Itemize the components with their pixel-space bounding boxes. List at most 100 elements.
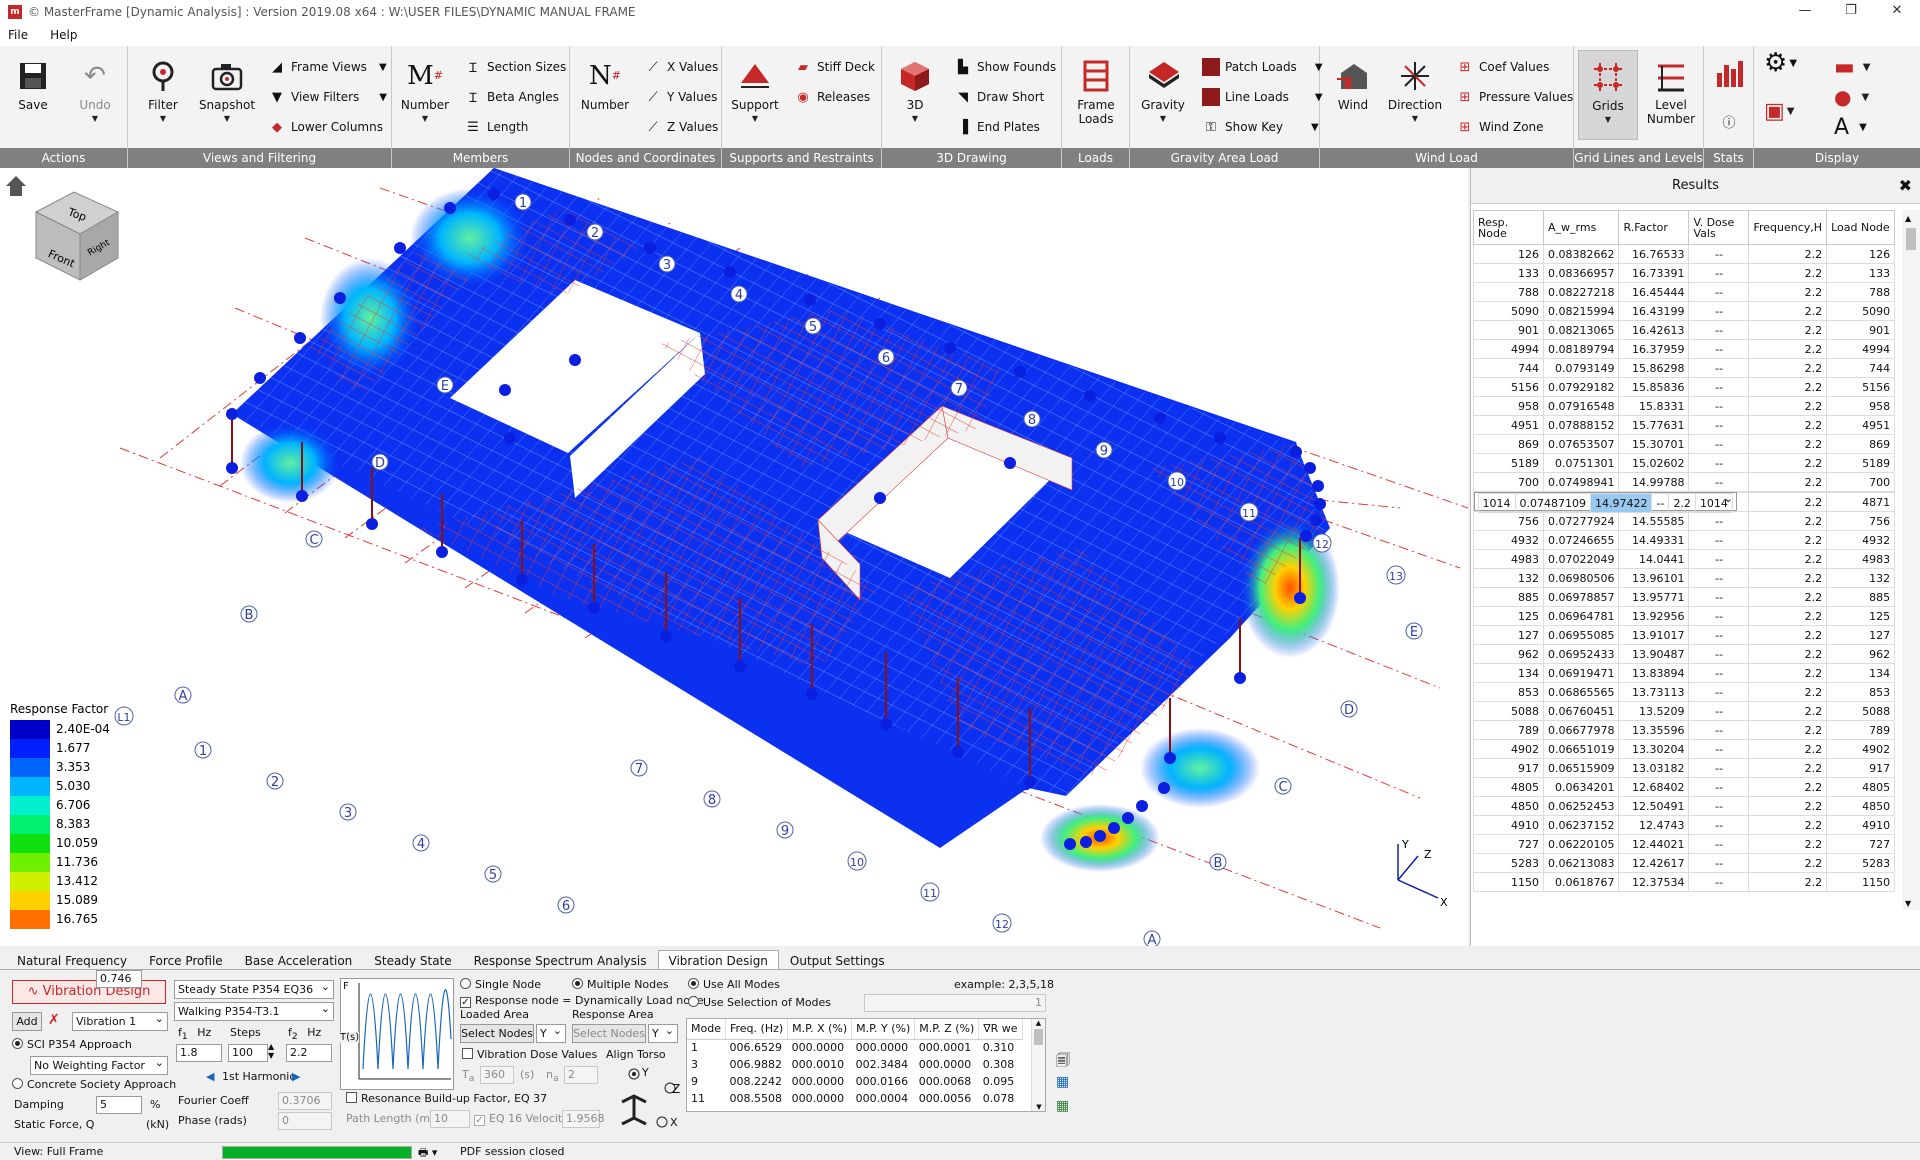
table-cell[interactable]: -- xyxy=(1688,815,1750,835)
table-cell[interactable]: 2.2 xyxy=(1748,796,1828,816)
table-cell[interactable]: 14.55585 xyxy=(1618,511,1690,531)
col-frequency[interactable]: Frequency,H xyxy=(1748,210,1828,245)
table-cell[interactable]: 12.44021 xyxy=(1618,834,1690,854)
table-cell[interactable]: 13.95771 xyxy=(1618,587,1690,607)
table-cell[interactable]: 4805 xyxy=(1473,777,1544,797)
x-values-button[interactable]: ⟋ X Values xyxy=(644,56,718,78)
table-row[interactable]: 4850 0.06252453 12.50491 -- 2.2 4850 xyxy=(1473,796,1896,816)
table-cell[interactable]: 2.2 xyxy=(1748,377,1828,397)
view-cube[interactable]: Top Front Right xyxy=(34,191,120,281)
menu-file[interactable]: File xyxy=(8,28,28,42)
table-cell[interactable]: 0.07277924 xyxy=(1542,511,1620,531)
table-cell[interactable]: 2.2 xyxy=(1748,301,1828,321)
member-number-button[interactable]: M # Number ▼ xyxy=(396,60,454,123)
color-button[interactable]: ● ▼ xyxy=(1834,85,1869,109)
table-cell[interactable]: -- xyxy=(1688,320,1750,340)
table-cell[interactable]: 15.86298 xyxy=(1618,358,1690,378)
table-cell[interactable]: 4994 xyxy=(1826,339,1896,359)
table-cell[interactable]: 2.2 xyxy=(1748,815,1828,835)
table-cell[interactable]: -- xyxy=(1688,472,1750,492)
level-number-button[interactable]: Level Number xyxy=(1642,60,1700,126)
table-cell[interactable]: -- xyxy=(1688,434,1750,454)
table-cell[interactable]: 126 xyxy=(1473,244,1544,264)
col-load-node[interactable]: Load Node xyxy=(1826,210,1896,245)
table-cell[interactable]: 12.37534 xyxy=(1618,872,1690,892)
stiff-deck-button[interactable]: ▰ Stiff Deck xyxy=(794,56,875,78)
table-cell[interactable]: 0.06677978 xyxy=(1542,720,1620,740)
scroll-down-icon[interactable]: ▼ xyxy=(1905,899,1911,908)
modes-col-header[interactable]: Mode xyxy=(687,1019,726,1040)
table-row[interactable]: 700 0.07498941 14.99788 -- 2.2 700 xyxy=(1473,472,1896,492)
table-cell[interactable]: 2.2 xyxy=(1748,434,1828,454)
modes-scroll-up-icon[interactable]: ▲ xyxy=(1032,1019,1045,1027)
table-row[interactable]: 133 0.08366957 16.73391 -- 2.2 133 xyxy=(1473,263,1896,283)
modes-col-header[interactable]: ∇R we xyxy=(978,1019,1023,1040)
y-values-button[interactable]: ⟋ Y Values xyxy=(644,86,717,108)
table-cell[interactable]: 13.83894 xyxy=(1618,663,1690,683)
table-cell[interactable]: -- xyxy=(1688,758,1750,778)
table-cell[interactable]: 0.06919471 xyxy=(1542,663,1620,683)
harmonic-prev[interactable]: ◀ xyxy=(206,1070,214,1083)
table-cell[interactable]: 4983 xyxy=(1826,549,1896,569)
table-cell[interactable]: 15.8331 xyxy=(1618,396,1690,416)
table-cell[interactable]: -- xyxy=(1688,834,1750,854)
table-row[interactable]: 5088 0.06760451 13.5209 -- 2.2 5088 xyxy=(1473,701,1896,721)
tab-natural-frequency[interactable]: Natural Frequency xyxy=(6,950,138,969)
table-cell[interactable]: 2.2 xyxy=(1748,701,1828,721)
wind-zone-button[interactable]: ⊞ Wind Zone xyxy=(1456,116,1544,138)
lower-columns-button[interactable]: ◆ Lower Columns xyxy=(268,116,383,138)
modes-scroll-thumb[interactable] xyxy=(1034,1029,1043,1045)
show-founds-button[interactable]: ▙ Show Founds xyxy=(954,56,1056,78)
table-cell[interactable]: -- xyxy=(1688,339,1750,359)
table-cell[interactable]: 4932 xyxy=(1473,530,1544,550)
table-cell[interactable]: 869 xyxy=(1826,434,1896,454)
table-row[interactable]: 127 0.06955085 13.91017 -- 2.2 127 xyxy=(1473,625,1896,645)
steps-input[interactable]: 100 xyxy=(228,1044,268,1062)
table-cell[interactable]: 2.2 xyxy=(1748,339,1828,359)
table-cell[interactable]: 4951 xyxy=(1826,415,1896,435)
table-cell[interactable]: 4983 xyxy=(1473,549,1544,569)
table-cell[interactable]: 2.2 xyxy=(1748,568,1828,588)
table-cell[interactable]: -- xyxy=(1688,644,1750,664)
node-number-button[interactable]: N # Number xyxy=(576,60,634,112)
table-cell[interactable]: 13.91017 xyxy=(1618,625,1690,645)
modes-selection-input[interactable]: 1 xyxy=(864,994,1046,1012)
table-cell[interactable]: 0.06252453 xyxy=(1542,796,1620,816)
line-loads-button[interactable]: Line Loads ▼ xyxy=(1202,86,1323,108)
table-cell[interactable]: 15.02602 xyxy=(1618,453,1690,473)
tab-vibration-design[interactable]: Vibration Design xyxy=(657,950,779,969)
table-cell[interactable]: 1014 xyxy=(1694,493,1733,513)
wind-button[interactable]: Wind xyxy=(1324,60,1382,112)
table-cell[interactable]: 0.06955085 xyxy=(1542,625,1620,645)
table-cell[interactable]: 16.73391 xyxy=(1618,263,1690,283)
table-cell[interactable]: 16.42613 xyxy=(1618,320,1690,340)
table-cell[interactable]: 5283 xyxy=(1473,853,1544,873)
table-row[interactable]: 134 0.06919471 13.83894 -- 2.2 134 xyxy=(1473,663,1896,683)
table-cell[interactable]: 1150 xyxy=(1473,872,1544,892)
minimize-button[interactable]: — xyxy=(1782,0,1828,24)
add-button[interactable]: Add xyxy=(12,1012,42,1031)
table-cell[interactable]: 0.0793149 xyxy=(1542,358,1620,378)
table-cell[interactable]: 0.08189794 xyxy=(1542,339,1620,359)
table-cell[interactable]: 0.06952433 xyxy=(1542,644,1620,664)
table-row[interactable]: 756 0.07277924 14.55585 -- 2.2 756 xyxy=(1473,511,1896,531)
table-row[interactable]: 744 0.0793149 15.86298 -- 2.2 744 xyxy=(1473,358,1896,378)
table-cell[interactable]: 134 xyxy=(1473,663,1544,683)
table-cell[interactable]: 2.2 xyxy=(1748,644,1828,664)
table-cell[interactable]: 2.2 xyxy=(1748,663,1828,683)
table-cell[interactable]: -- xyxy=(1688,530,1750,550)
table-cell[interactable]: 2.2 xyxy=(1748,834,1828,854)
tab-force-profile[interactable]: Force Profile xyxy=(138,950,234,969)
concrete-society-radio[interactable]: Concrete Society Approach xyxy=(12,1078,176,1091)
modes-row[interactable]: 11 008.5508 000.0000 000.0004 000.0056 0.078 xyxy=(687,1090,1022,1107)
tab-output-settings[interactable]: Output Settings xyxy=(779,950,896,969)
table-cell[interactable]: 788 xyxy=(1826,282,1896,302)
table-cell[interactable]: 16.37959 xyxy=(1618,339,1690,359)
tab-response-spectrum[interactable]: Response Spectrum Analysis xyxy=(463,950,658,969)
print-icon[interactable]: 🖶 ▾ xyxy=(418,1144,437,1160)
table-row[interactable]: 125 0.06964781 13.92956 -- 2.2 125 xyxy=(1473,606,1896,626)
modes-col-header[interactable]: M.P. Z (%) xyxy=(914,1019,980,1040)
table-cell[interactable]: 127 xyxy=(1473,625,1544,645)
table-cell[interactable]: 2.2 xyxy=(1748,511,1828,531)
gravity-button[interactable]: Gravity ▼ xyxy=(1134,60,1192,123)
